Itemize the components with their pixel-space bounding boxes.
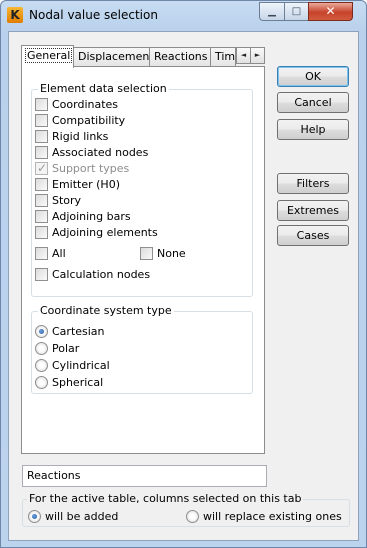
ok-button[interactable]: OK — [277, 66, 349, 87]
tab-time[interactable]: Tim — [210, 47, 236, 67]
dialog-window: K Nodal value selection ▁ □ ✕ General Di… — [0, 0, 367, 548]
cancel-button[interactable]: Cancel — [277, 92, 349, 113]
checkbox-label: Adjoining elements — [52, 226, 158, 239]
dialog-client-area: General Displacements Reactions Tim ◄ ► … — [8, 31, 359, 541]
radio-button[interactable] — [28, 510, 41, 523]
checkbox-label: Calculation nodes — [52, 268, 151, 281]
checkbox-box[interactable] — [35, 114, 48, 127]
tab-general-label: General — [24, 48, 73, 63]
radio-button[interactable] — [35, 376, 48, 389]
radio-selected-dot-icon — [39, 329, 44, 334]
cases-button[interactable]: Cases — [277, 225, 349, 246]
radio-label: will replace existing ones — [203, 510, 342, 523]
radio-label: Spherical — [52, 376, 104, 389]
radio-label: will be added — [45, 510, 119, 523]
close-button[interactable]: ✕ — [308, 2, 353, 21]
radio-label: Polar — [52, 342, 80, 355]
tab-scroll-right-button[interactable]: ► — [250, 47, 265, 64]
checkbox-box[interactable] — [35, 194, 48, 207]
checkmark-icon: ✓ — [37, 161, 48, 175]
checkbox-label: Coordinates — [52, 98, 119, 111]
checkbox-box[interactable] — [35, 130, 48, 143]
radio-selected-dot-icon — [32, 514, 37, 519]
checkbox-label: Support types — [52, 162, 130, 175]
title-bar[interactable]: K Nodal value selection ▁ □ ✕ — [1, 1, 366, 31]
checkbox-box[interactable] — [35, 268, 48, 281]
help-button[interactable]: Help — [277, 119, 349, 140]
checkbox-box[interactable] — [35, 146, 48, 159]
checkbox-label: None — [157, 247, 186, 260]
checkbox-box: ✓ — [35, 161, 48, 175]
radio-button[interactable] — [35, 359, 48, 372]
tab-displacements[interactable]: Displacements — [73, 47, 150, 67]
checkbox-box[interactable] — [35, 226, 48, 239]
radio-button[interactable] — [186, 510, 199, 523]
checkbox-label: All — [52, 247, 66, 260]
checkbox-box[interactable] — [35, 98, 48, 111]
radio-button[interactable] — [35, 342, 48, 355]
checkbox-box[interactable] — [35, 210, 48, 223]
tab-scroll-left-button[interactable]: ◄ — [236, 47, 251, 64]
tab-reactions[interactable]: Reactions — [149, 47, 211, 67]
window-title: Nodal value selection — [29, 8, 158, 22]
radio-label: Cylindrical — [52, 359, 110, 372]
extremes-button[interactable]: Extremes — [277, 200, 349, 221]
checkbox-box[interactable] — [35, 247, 48, 260]
element-data-selection-title: Element data selection — [38, 82, 169, 95]
checkbox-label: Emitter (H0) — [52, 178, 120, 191]
checkbox-label: Story — [52, 194, 82, 207]
checkbox-box[interactable] — [35, 178, 48, 191]
checkbox-label: Associated nodes — [52, 146, 149, 159]
checkbox-box[interactable] — [140, 247, 153, 260]
radio-label: Cartesian — [52, 325, 105, 338]
minimize-button[interactable]: ▁ — [259, 2, 285, 21]
active-table-group: For the active table, columns selected o… — [22, 492, 350, 527]
checkbox-label: Compatibility — [52, 114, 126, 127]
app-logo-icon: K — [7, 7, 23, 23]
filters-button[interactable]: Filters — [277, 173, 349, 194]
coordinate-system-title: Coordinate system type — [38, 304, 174, 317]
maximize-button[interactable]: □ — [284, 2, 309, 21]
active-table-title: For the active table, columns selected o… — [27, 492, 304, 505]
table-name-input[interactable]: Reactions — [22, 465, 267, 487]
element-data-selection-group: Element data selection Coordinates Compa… — [31, 82, 253, 297]
general-tab-panel: Element data selection Coordinates Compa… — [21, 66, 265, 454]
radio-button[interactable] — [35, 325, 48, 338]
checkbox-label: Rigid links — [52, 130, 109, 143]
coordinate-system-group: Coordinate system type Cartesian Polar C… — [31, 304, 253, 394]
checkbox-label: Adjoining bars — [52, 210, 131, 223]
tab-general[interactable]: General — [21, 45, 74, 68]
